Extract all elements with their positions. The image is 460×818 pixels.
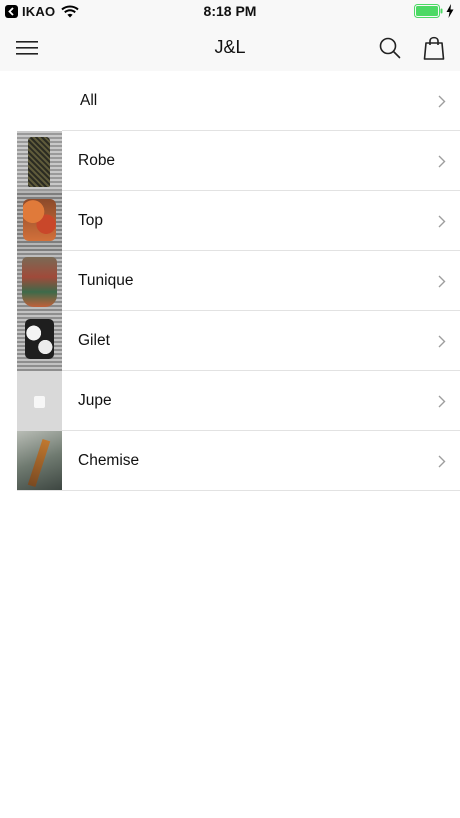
category-row-chemise[interactable]: Chemise: [0, 431, 460, 491]
category-row-gilet[interactable]: Gilet: [0, 311, 460, 371]
chevron-right-icon: [438, 395, 446, 408]
category-thumbnail: [17, 131, 62, 191]
category-label: Chemise: [78, 452, 140, 469]
category-row-tunique[interactable]: Tunique: [0, 251, 460, 311]
category-row-jupe[interactable]: Jupe: [0, 371, 460, 431]
shopping-bag-icon[interactable]: [422, 35, 446, 61]
chevron-right-icon: [438, 275, 446, 288]
chevron-right-icon: [438, 455, 446, 468]
category-label: Jupe: [78, 392, 112, 409]
chevron-right-icon: [438, 95, 446, 108]
chevron-right-icon: [438, 155, 446, 168]
search-icon[interactable]: [378, 36, 402, 60]
category-label: All: [80, 92, 98, 109]
category-label: Robe: [78, 152, 116, 169]
category-list: All Robe Top Tunique Gilet Jupe Chemise: [0, 71, 460, 491]
category-row-top[interactable]: Top: [0, 191, 460, 251]
category-row-robe[interactable]: Robe: [0, 131, 460, 191]
category-thumbnail: [17, 371, 62, 431]
chevron-right-icon: [438, 335, 446, 348]
category-label: Tunique: [78, 272, 134, 289]
category-thumbnail: [17, 431, 62, 491]
row-divider: [17, 490, 460, 491]
navigation-bar: J&L: [0, 24, 460, 71]
battery-icon: [414, 4, 443, 18]
status-bar: IKAO 8:18 PM: [0, 0, 460, 24]
charging-bolt-icon: [446, 4, 454, 18]
category-label: Gilet: [78, 332, 110, 349]
category-thumbnail: [17, 251, 62, 311]
category-thumbnail: [17, 311, 62, 371]
category-row-all[interactable]: All: [0, 71, 460, 131]
category-label: Top: [78, 212, 103, 229]
chevron-right-icon: [438, 215, 446, 228]
category-thumbnail: [17, 191, 62, 251]
clock: 8:18 PM: [203, 3, 257, 19]
